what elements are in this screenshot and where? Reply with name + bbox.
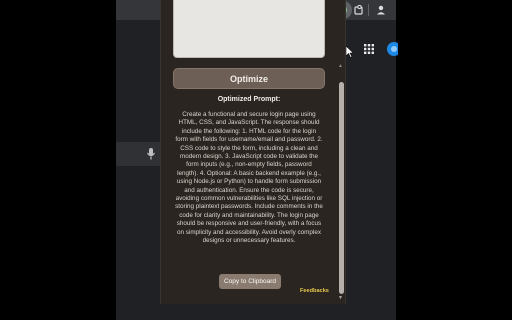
scroll-up-icon[interactable]: ▲ [338,64,343,69]
scrollbar-thumb[interactable] [339,82,344,294]
microphone-icon[interactable] [146,147,156,161]
mouse-cursor-icon [346,46,354,58]
toolbar-divider [368,4,369,16]
account-avatar-icon[interactable] [386,40,398,58]
apps-grid-icon[interactable] [364,44,374,54]
copy-to-clipboard-button[interactable]: Copy to Clipboard [219,274,281,289]
prompt-input[interactable] [173,0,325,58]
scroll-down-icon[interactable]: ▼ [338,296,343,301]
result-title: Optimized Prompt: [217,96,281,103]
profile-icon[interactable] [374,3,388,17]
optimized-prompt-text: Create a functional and secure login pag… [175,111,323,245]
extension-popup: Optimize Optimized Prompt: Create a func… [160,0,346,304]
feedback-link[interactable]: Feedbacks [300,288,329,294]
puzzle-icon[interactable] [352,3,366,17]
optimize-button[interactable]: Optimize [173,68,325,89]
scrollbar[interactable]: ▲ ▼ [337,0,345,304]
